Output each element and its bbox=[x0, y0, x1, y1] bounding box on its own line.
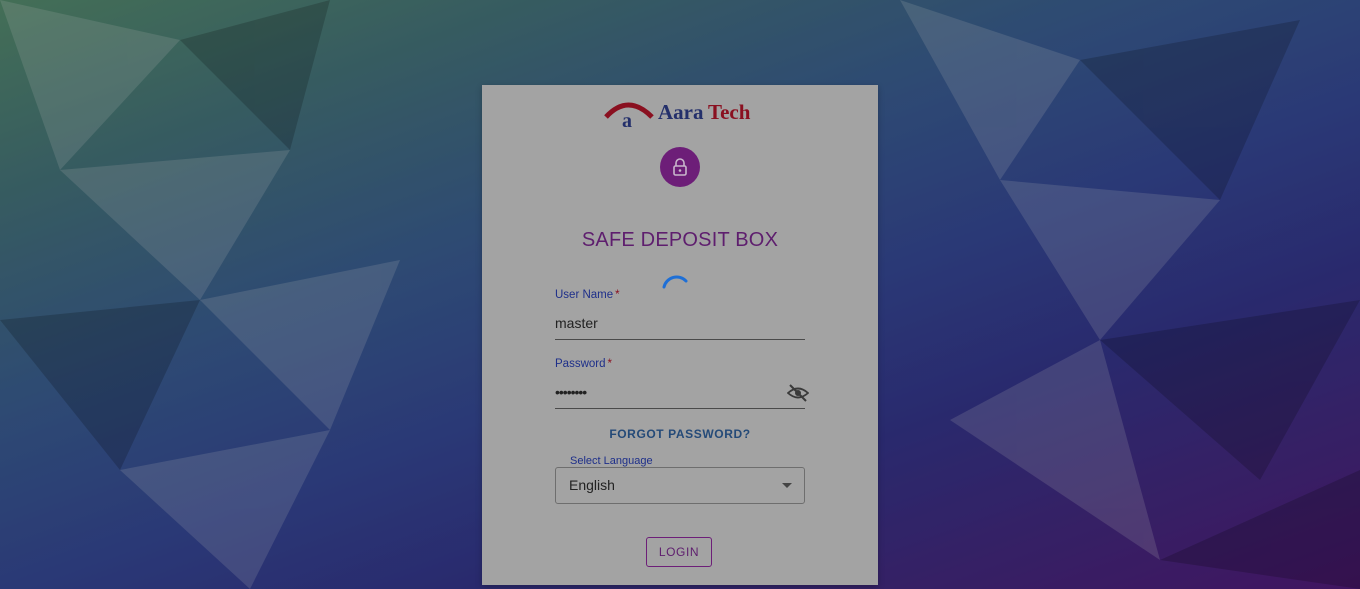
aaratech-logo: a Aara Tech bbox=[604, 100, 751, 129]
login-button[interactable]: LOGIN bbox=[646, 537, 712, 567]
password-input[interactable]: •••••••• bbox=[555, 384, 805, 400]
lock-avatar bbox=[660, 147, 700, 187]
username-field[interactable]: User Name * master bbox=[555, 289, 805, 340]
password-underline bbox=[555, 408, 805, 409]
logo-name-part2: Tech bbox=[708, 100, 751, 124]
logo-letter: a bbox=[622, 110, 632, 129]
caret-down-icon bbox=[782, 483, 792, 488]
password-label: Password bbox=[555, 358, 606, 370]
required-mark: * bbox=[615, 289, 620, 301]
language-select[interactable]: Select Language English bbox=[555, 455, 805, 504]
required-mark: * bbox=[607, 358, 612, 370]
language-select-value: English bbox=[569, 477, 615, 493]
login-card: a Aara Tech SAFE DEPOSIT BOX User Name * … bbox=[482, 85, 878, 585]
logo-name-part1: Aara bbox=[658, 100, 704, 124]
lock-icon bbox=[673, 158, 687, 176]
username-underline bbox=[555, 339, 805, 340]
language-select-label: Select Language bbox=[566, 455, 657, 467]
password-field[interactable]: Password * •••••••• bbox=[555, 358, 809, 409]
username-label: User Name bbox=[555, 289, 614, 301]
username-input[interactable]: master bbox=[555, 315, 805, 331]
forgot-password-link[interactable]: FORGOT PASSWORD? bbox=[482, 427, 878, 441]
page-title: SAFE DEPOSIT BOX bbox=[581, 229, 779, 251]
eye-off-icon[interactable] bbox=[787, 384, 809, 402]
